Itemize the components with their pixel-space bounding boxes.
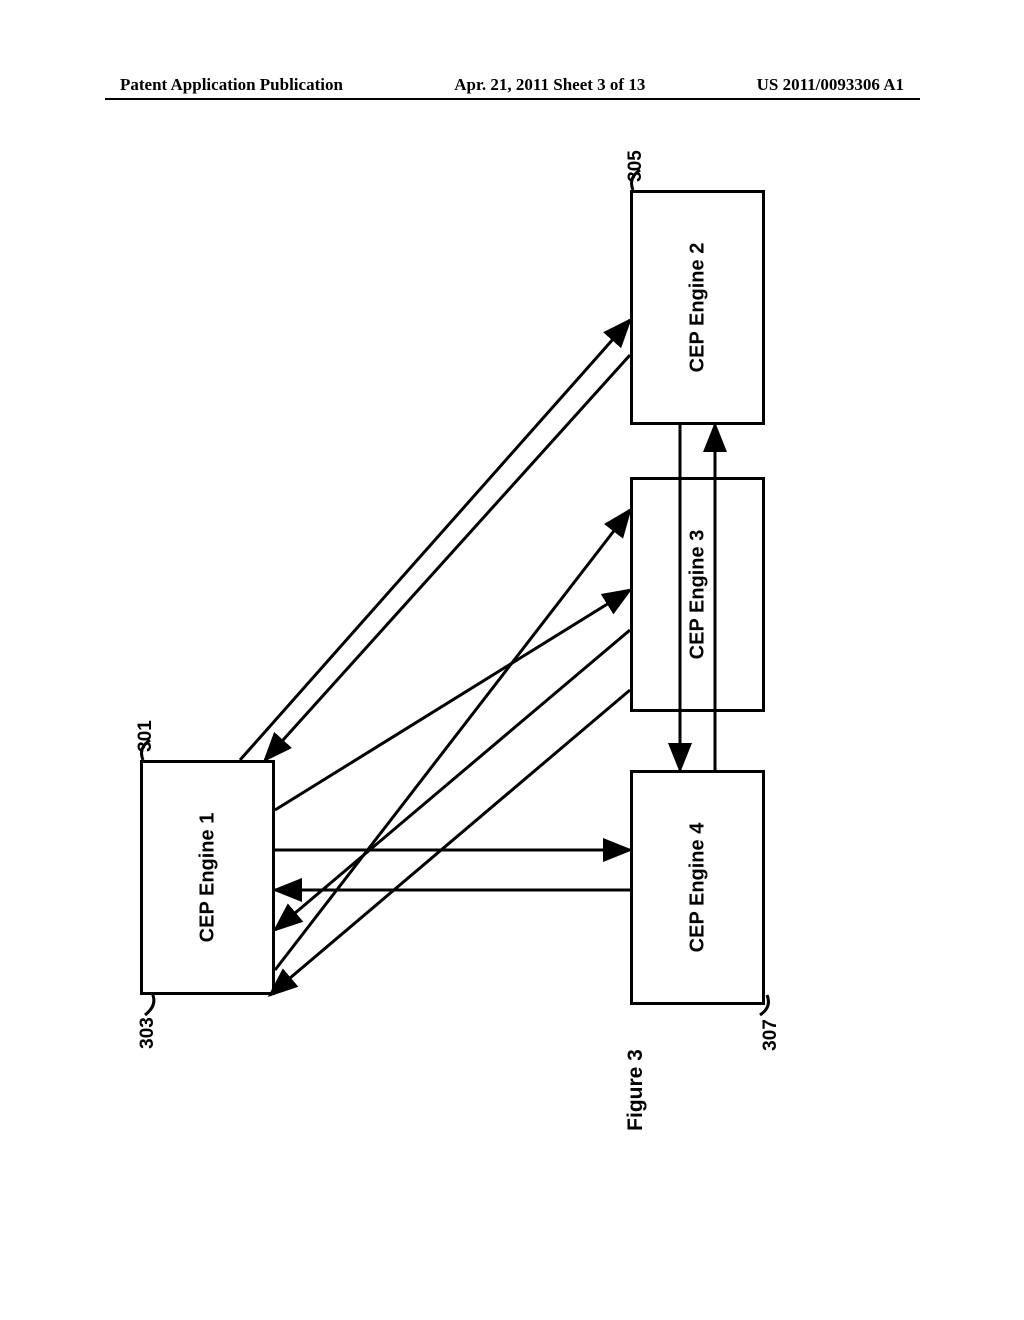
header-left: Patent Application Publication [120, 75, 343, 95]
box-cep-engine-2: CEP Engine 2 [630, 190, 765, 425]
header-rule [105, 98, 920, 100]
ref-305: 305 [625, 150, 647, 182]
header-center: Apr. 21, 2011 Sheet 3 of 13 [454, 75, 645, 95]
diagram-canvas: CEP Engine 1 301 CEP Engine 2 305 CEP En… [140, 200, 860, 1130]
ref-307: 307 [760, 1019, 782, 1051]
header-right: US 2011/0093306 A1 [757, 75, 904, 95]
figure-label: Figure 3 [624, 1049, 648, 1131]
ref-301: 301 [135, 720, 157, 752]
box-label: CEP Engine 3 [686, 530, 709, 660]
ref-303: 303 [137, 1017, 159, 1049]
box-label: CEP Engine 4 [686, 823, 709, 953]
box-label: CEP Engine 1 [196, 813, 219, 943]
box-cep-engine-1: CEP Engine 1 [140, 760, 275, 995]
box-cep-engine-4: CEP Engine 4 [630, 770, 765, 1005]
box-label: CEP Engine 2 [686, 243, 709, 373]
box-cep-engine-3: CEP Engine 3 [630, 477, 765, 712]
